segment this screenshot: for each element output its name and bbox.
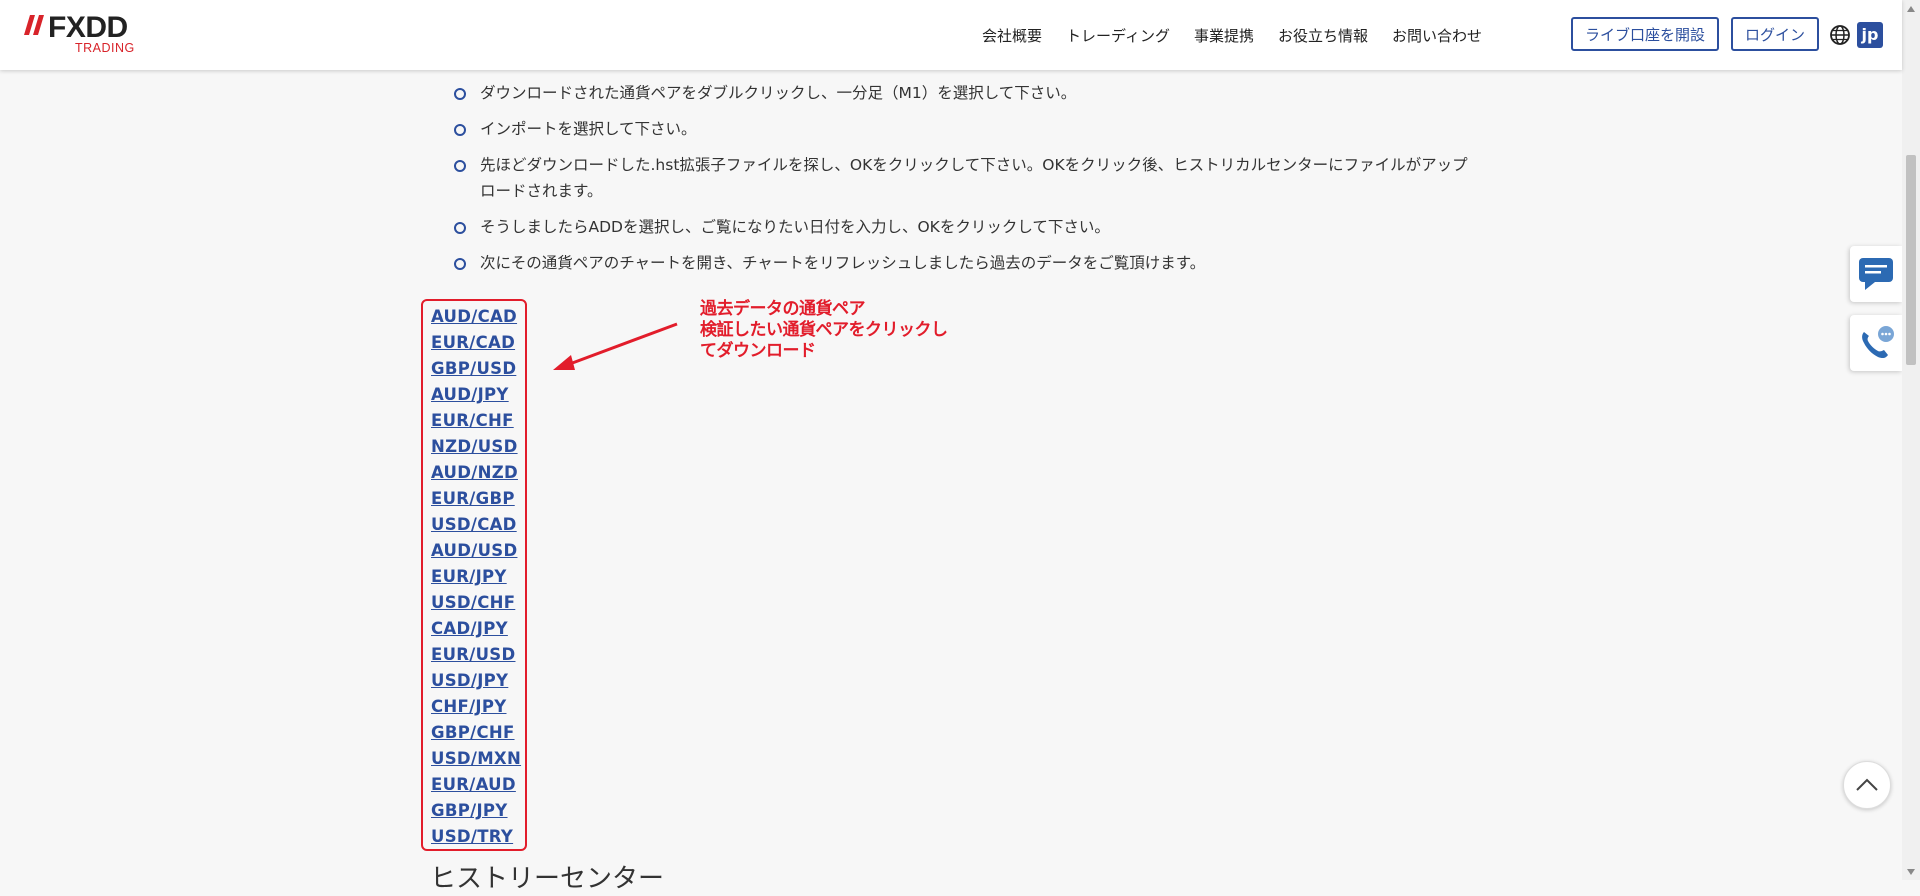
chat-button[interactable] xyxy=(1850,246,1902,302)
currency-pair-link[interactable]: GBP/JPY xyxy=(431,798,525,824)
step-item: ダウンロードされた通貨ペアをダブルクリックし、一分足（M1）を選択して下さい。 xyxy=(450,80,1470,106)
step-item: 次にその通貨ペアのチャートを開き、チャートをリフレッシュしましたら過去のデータを… xyxy=(450,250,1470,276)
section-heading: ヒストリーセンター xyxy=(430,864,665,894)
currency-pair-link[interactable]: EUR/JPY xyxy=(431,564,525,590)
scrollbar-thumb[interactable] xyxy=(1906,155,1916,365)
nav-resources[interactable]: お役立ち情報 xyxy=(1278,25,1368,46)
currency-pair-link[interactable]: EUR/USD xyxy=(431,642,525,668)
currency-pair-link[interactable]: EUR/GBP xyxy=(431,486,525,512)
currency-pair-link[interactable]: GBP/USD xyxy=(431,356,525,382)
currency-pair-link[interactable]: NZD/USD xyxy=(431,434,525,460)
currency-pair-link[interactable]: CAD/JPY xyxy=(431,616,525,642)
currency-pair-list: AUD/CAD EUR/CAD GBP/USD AUD/JPY EUR/CHF … xyxy=(421,299,527,851)
logo-slashes-icon xyxy=(24,15,44,35)
circle-bullet-icon xyxy=(454,258,466,270)
circle-bullet-icon xyxy=(454,88,466,100)
open-live-account-button[interactable]: ライブ口座を開設 xyxy=(1571,17,1719,51)
fxdd-logo[interactable]: FXDD TRADING xyxy=(24,12,154,56)
currency-pair-link[interactable]: USD/CAD xyxy=(431,512,525,538)
circle-bullet-icon xyxy=(454,160,466,172)
annotation-arrow-icon xyxy=(553,322,678,370)
step-text: 先ほどダウンロードした.hst拡張子ファイルを探し、OKをクリックして下さい。O… xyxy=(480,156,1468,200)
logo-subtitle: TRADING xyxy=(75,41,135,55)
instruction-steps: ダウンロードされた通貨ペアをダブルクリックし、一分足（M1）を選択して下さい。 … xyxy=(450,80,1470,286)
step-item: そうしましたらADDを選択し、ご覧になりたい日付を入力し、OKをクリックして下さ… xyxy=(450,214,1470,240)
nav-partnership[interactable]: 事業提携 xyxy=(1194,25,1254,46)
currency-pair-link[interactable]: EUR/CAD xyxy=(431,330,525,356)
step-text: ダウンロードされた通貨ペアをダブルクリックし、一分足（M1）を選択して下さい。 xyxy=(480,84,1077,102)
chevron-up-icon xyxy=(1856,778,1878,791)
nav-company[interactable]: 会社概要 xyxy=(982,25,1042,46)
main-nav: 会社概要 トレーディング 事業提携 お役立ち情報 お問い合わせ xyxy=(958,0,1482,70)
step-text: 次にその通貨ペアのチャートを開き、チャートをリフレッシュしましたら過去のデータを… xyxy=(480,254,1206,272)
currency-pair-link[interactable]: AUD/USD xyxy=(431,538,525,564)
language-selector[interactable]: jp xyxy=(1857,22,1883,48)
currency-pair-link[interactable]: CHF/JPY xyxy=(431,694,525,720)
phone-support-button[interactable] xyxy=(1850,315,1902,371)
currency-pair-link[interactable]: AUD/NZD xyxy=(431,460,525,486)
step-item: インポートを選択して下さい。 xyxy=(450,116,1470,142)
back-to-top-button[interactable] xyxy=(1843,761,1891,809)
phone-support-icon xyxy=(1862,326,1894,359)
page-scrollbar[interactable] xyxy=(1902,0,1920,880)
circle-bullet-icon xyxy=(454,222,466,234)
scroll-down-arrow-icon[interactable] xyxy=(1902,863,1920,880)
annotation-note: 過去データの通貨ペア 検証したい通貨ペアをクリックし てダウンロード xyxy=(700,299,948,362)
currency-pair-link[interactable]: USD/TRY xyxy=(431,824,525,850)
site-header: FXDD TRADING 会社概要 トレーディング 事業提携 お役立ち情報 お問… xyxy=(0,0,1902,70)
scroll-up-arrow-icon[interactable] xyxy=(1902,0,1920,17)
currency-pair-link[interactable]: USD/JPY xyxy=(431,668,525,694)
logo-brand: FXDD xyxy=(48,11,128,44)
nav-contact[interactable]: お問い合わせ xyxy=(1392,25,1482,46)
annotation-line: 過去データの通貨ペア xyxy=(700,299,865,319)
annotation-line: 検証したい通貨ペアをクリックし xyxy=(700,320,948,340)
currency-pair-link[interactable]: AUD/JPY xyxy=(431,382,525,408)
login-button[interactable]: ログイン xyxy=(1731,17,1819,51)
step-text: そうしましたらADDを選択し、ご覧になりたい日付を入力し、OKをクリックして下さ… xyxy=(480,218,1110,236)
currency-pair-link[interactable]: AUD/CAD xyxy=(431,304,525,330)
currency-pair-link[interactable]: EUR/AUD xyxy=(431,772,525,798)
currency-pair-link[interactable]: GBP/CHF xyxy=(431,720,525,746)
currency-pair-link[interactable]: USD/CHF xyxy=(431,590,525,616)
step-item: 先ほどダウンロードした.hst拡張子ファイルを探し、OKをクリックして下さい。O… xyxy=(450,152,1470,204)
step-text: インポートを選択して下さい。 xyxy=(480,120,697,138)
currency-pair-link[interactable]: EUR/CHF xyxy=(431,408,525,434)
circle-bullet-icon xyxy=(454,124,466,136)
nav-trading[interactable]: トレーディング xyxy=(1066,25,1170,46)
globe-icon[interactable] xyxy=(1829,24,1851,46)
currency-pair-link[interactable]: USD/MXN xyxy=(431,746,525,772)
annotation-line: てダウンロード xyxy=(700,341,816,361)
chat-icon xyxy=(1859,258,1893,290)
